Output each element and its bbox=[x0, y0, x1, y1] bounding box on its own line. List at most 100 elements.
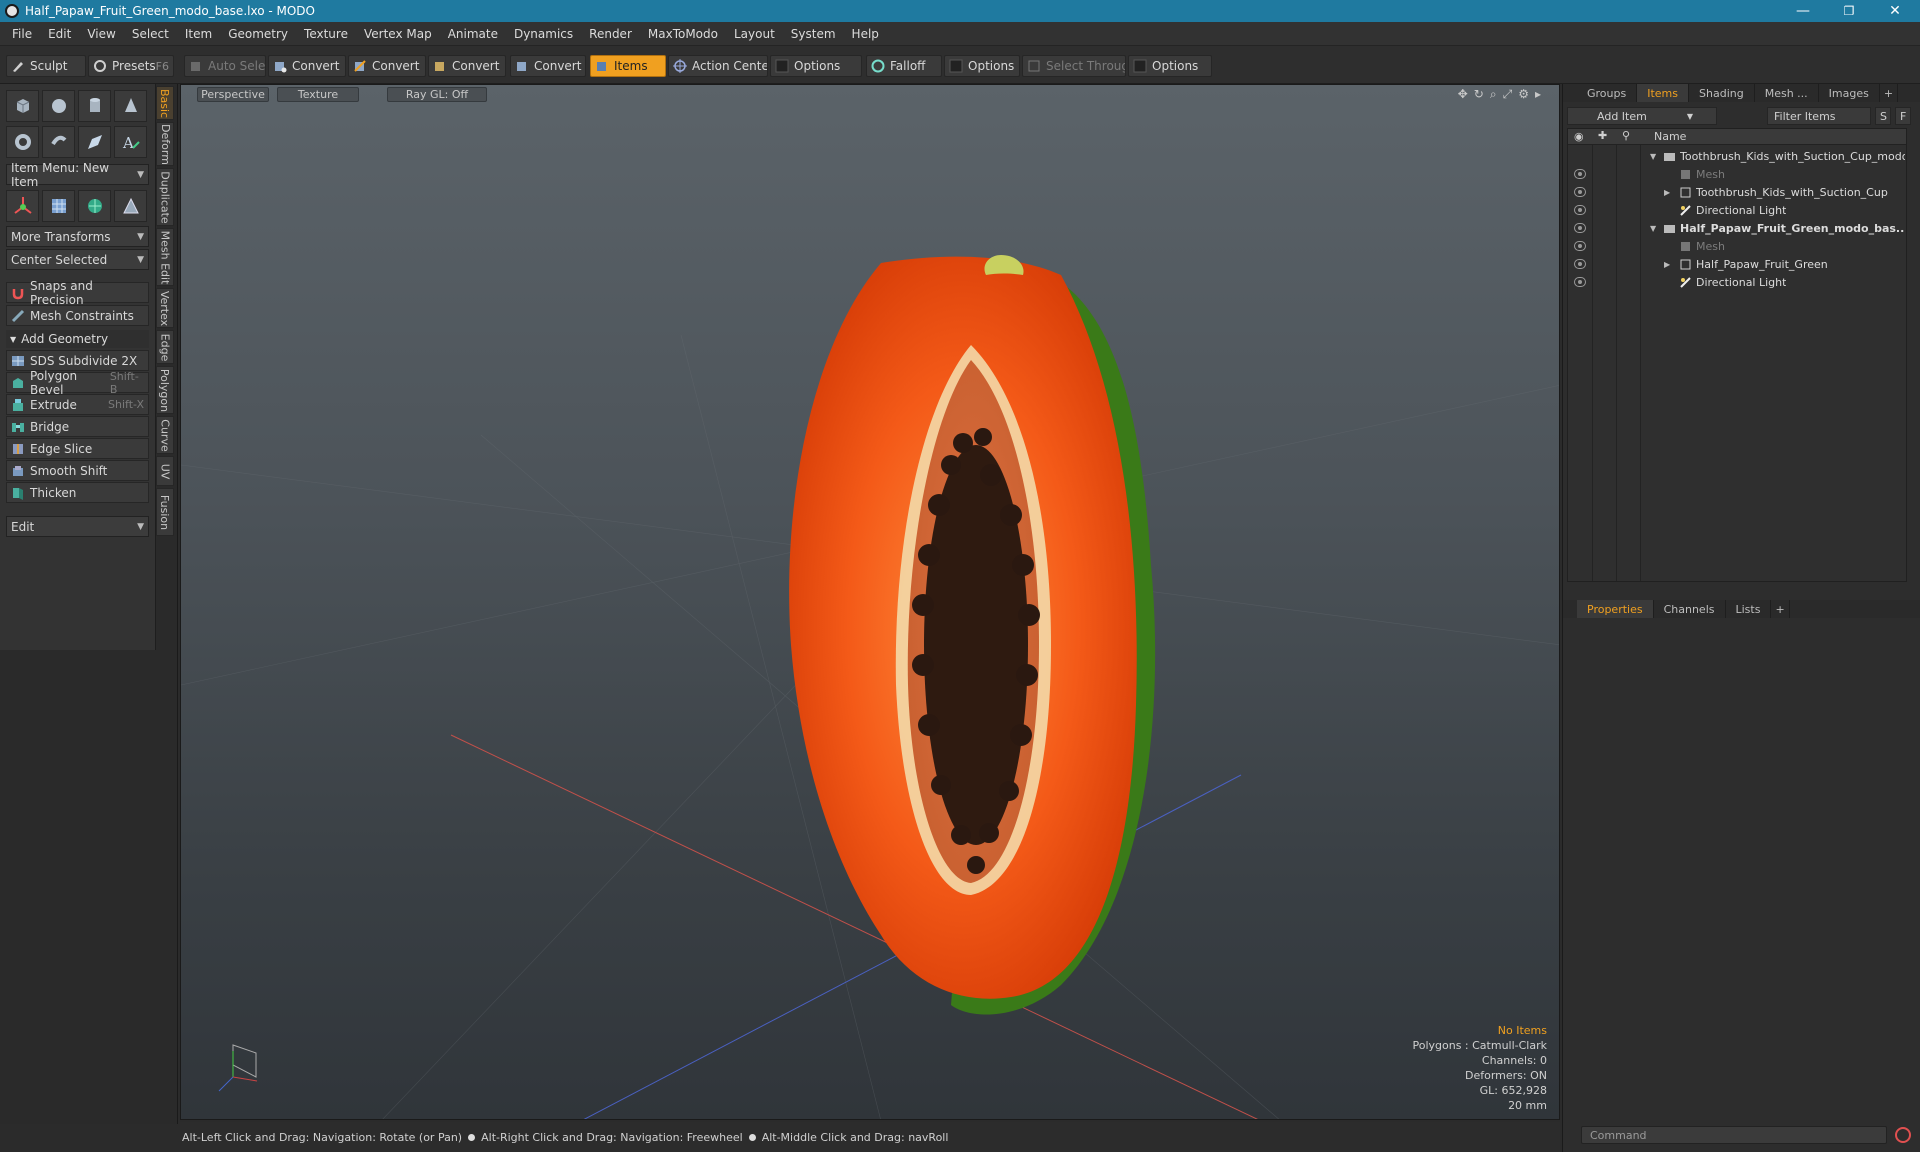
vtab-vertex[interactable]: Vertex bbox=[156, 288, 174, 328]
menu-edit[interactable]: Edit bbox=[40, 27, 79, 41]
rotate-view-icon[interactable]: ↻ bbox=[1474, 87, 1484, 102]
sculpt-button[interactable]: Sculpt bbox=[6, 55, 86, 77]
vtab-uv[interactable]: UV bbox=[156, 456, 174, 486]
presets-button[interactable]: Presets F6 bbox=[88, 55, 174, 77]
tab-properties[interactable]: Properties bbox=[1577, 600, 1654, 618]
convert-button-2[interactable]: Convert bbox=[348, 55, 426, 77]
move-view-icon[interactable]: ✥ bbox=[1458, 87, 1468, 102]
menu-vertex-map[interactable]: Vertex Map bbox=[356, 27, 440, 41]
convert-button-1[interactable]: Convert bbox=[268, 55, 346, 77]
snaps-precision-button[interactable]: Snaps and Precision bbox=[6, 279, 149, 307]
falloff-button[interactable]: Falloff bbox=[866, 55, 942, 77]
edit-dropdown[interactable]: Edit ▼ bbox=[6, 516, 149, 537]
expand-triangle-icon[interactable]: ▼ bbox=[1650, 224, 1656, 233]
visibility-eye-icon[interactable] bbox=[1574, 187, 1586, 197]
more-transforms-dropdown[interactable]: More Transforms ▼ bbox=[6, 226, 149, 247]
transform-button[interactable] bbox=[6, 190, 39, 222]
menu-file[interactable]: File bbox=[4, 27, 40, 41]
sphere-primitive-button[interactable] bbox=[42, 90, 75, 122]
add-tab-button[interactable]: + bbox=[1880, 84, 1899, 102]
extrude-button[interactable]: Extrude Shift-X bbox=[6, 394, 149, 415]
tree-row-light-1[interactable]: Directional Light bbox=[1568, 201, 1906, 219]
polygon-bevel-button[interactable]: Polygon Bevel Shift-B bbox=[6, 369, 149, 397]
thicken-button[interactable]: Thicken bbox=[6, 482, 149, 503]
visibility-eye-icon[interactable] bbox=[1574, 277, 1586, 287]
visibility-eye-icon[interactable] bbox=[1574, 169, 1586, 179]
name-column-header[interactable]: Name bbox=[1654, 130, 1686, 143]
minimize-button[interactable]: — bbox=[1780, 0, 1826, 22]
vtab-polygon[interactable]: Polygon bbox=[156, 366, 174, 414]
tree-row-toothbrush[interactable]: ▶ Toothbrush_Kids_with_Suction_Cup bbox=[1568, 183, 1906, 201]
eye-column-icon[interactable]: ◉ bbox=[1574, 130, 1584, 143]
render-column-icon[interactable]: ⚲ bbox=[1622, 129, 1630, 142]
tab-mesh[interactable]: Mesh ... bbox=[1755, 84, 1819, 102]
cube-primitive-button[interactable] bbox=[6, 90, 39, 122]
vtab-duplicate[interactable]: Duplicate bbox=[156, 168, 174, 226]
play-arrow-icon[interactable]: ▸ bbox=[1535, 87, 1541, 102]
convert-button-3[interactable]: Convert bbox=[428, 55, 506, 77]
menu-select[interactable]: Select bbox=[124, 27, 177, 41]
edge-slice-button[interactable]: Edge Slice bbox=[6, 438, 149, 459]
3d-viewport[interactable]: Perspective Texture Ray GL: Off ✥ ↻ ⌕ ⤢ … bbox=[180, 84, 1560, 1120]
options-button-3[interactable]: Options bbox=[1128, 55, 1212, 77]
tab-groups[interactable]: Groups bbox=[1577, 84, 1638, 102]
maximize-view-icon[interactable]: ⤢ bbox=[1503, 87, 1513, 102]
expand-triangle-icon[interactable]: ▶ bbox=[1664, 188, 1670, 197]
pen-tool-button[interactable] bbox=[78, 126, 111, 158]
mesh-constraints-button[interactable]: Mesh Constraints bbox=[6, 305, 149, 326]
tree-row-scene-papaw[interactable]: ▼ Half_Papaw_Fruit_Green_modo_bas... bbox=[1568, 219, 1906, 237]
lock-column-icon[interactable]: ✚ bbox=[1598, 129, 1607, 142]
filter-items-input[interactable]: Filter Items bbox=[1767, 107, 1871, 125]
tree-row-papaw[interactable]: ▶ Half_Papaw_Fruit_Green bbox=[1568, 255, 1906, 273]
menu-item[interactable]: Item bbox=[177, 27, 220, 41]
expand-triangle-icon[interactable]: ▼ bbox=[1650, 152, 1656, 161]
tab-images[interactable]: Images bbox=[1819, 84, 1880, 102]
vtab-basic[interactable]: Basic bbox=[156, 86, 174, 120]
raygl-button[interactable]: Ray GL: Off bbox=[387, 87, 487, 102]
tab-items[interactable]: Items bbox=[1637, 84, 1690, 102]
vtab-mesh-edit[interactable]: Mesh Edit bbox=[156, 228, 174, 286]
menu-help[interactable]: Help bbox=[844, 27, 887, 41]
select-through-button[interactable]: Select Through bbox=[1022, 55, 1126, 77]
restore-button[interactable]: ❐ bbox=[1826, 0, 1872, 22]
torus-primitive-button[interactable] bbox=[6, 126, 39, 158]
tab-lists[interactable]: Lists bbox=[1726, 600, 1772, 618]
texture-button[interactable]: Texture bbox=[277, 87, 359, 102]
expand-triangle-icon[interactable]: ▶ bbox=[1664, 260, 1670, 269]
zoom-view-icon[interactable]: ⌕ bbox=[1490, 87, 1497, 102]
pyramid-tool-button[interactable] bbox=[114, 190, 147, 222]
command-history-icon[interactable] bbox=[1895, 1127, 1911, 1143]
cone-primitive-button[interactable] bbox=[114, 90, 147, 122]
add-geometry-section[interactable]: ▼ Add Geometry bbox=[6, 330, 149, 348]
options-button-1[interactable]: Options bbox=[770, 55, 862, 77]
vtab-deform[interactable]: Deform bbox=[156, 122, 174, 166]
visibility-eye-icon[interactable] bbox=[1574, 205, 1586, 215]
add-prop-tab-button[interactable]: + bbox=[1771, 600, 1790, 618]
menu-view[interactable]: View bbox=[79, 27, 123, 41]
menu-animate[interactable]: Animate bbox=[440, 27, 506, 41]
capsule-primitive-button[interactable] bbox=[42, 126, 75, 158]
vtab-curve[interactable]: Curve bbox=[156, 416, 174, 454]
action-center-button[interactable]: Action Center bbox=[668, 55, 768, 77]
add-item-dropdown[interactable]: Add Item ▼ bbox=[1567, 107, 1717, 125]
menu-layout[interactable]: Layout bbox=[726, 27, 783, 41]
tab-shading[interactable]: Shading bbox=[1689, 84, 1755, 102]
bridge-button[interactable]: Bridge bbox=[6, 416, 149, 437]
center-selected-dropdown[interactable]: Center Selected ▼ bbox=[6, 249, 149, 270]
items-mode-button[interactable]: Items bbox=[590, 55, 666, 77]
command-input[interactable]: Command bbox=[1581, 1126, 1887, 1144]
vtab-edge[interactable]: Edge bbox=[156, 330, 174, 364]
menu-geometry[interactable]: Geometry bbox=[220, 27, 296, 41]
tree-row-mesh-1[interactable]: Mesh bbox=[1568, 165, 1906, 183]
options-button-2[interactable]: Options bbox=[944, 55, 1020, 77]
tree-row-light-2[interactable]: Directional Light bbox=[1568, 273, 1906, 291]
visibility-eye-icon[interactable] bbox=[1574, 241, 1586, 251]
tab-channels[interactable]: Channels bbox=[1654, 600, 1726, 618]
visibility-eye-icon[interactable] bbox=[1574, 259, 1586, 269]
smooth-shift-button[interactable]: Smooth Shift bbox=[6, 460, 149, 481]
vtab-fusion[interactable]: Fusion bbox=[156, 488, 174, 536]
f-button[interactable]: F bbox=[1895, 107, 1911, 125]
gear-icon[interactable]: ⚙ bbox=[1518, 87, 1529, 102]
text-tool-button[interactable]: A bbox=[114, 126, 147, 158]
tree-row-mesh-2[interactable]: Mesh bbox=[1568, 237, 1906, 255]
